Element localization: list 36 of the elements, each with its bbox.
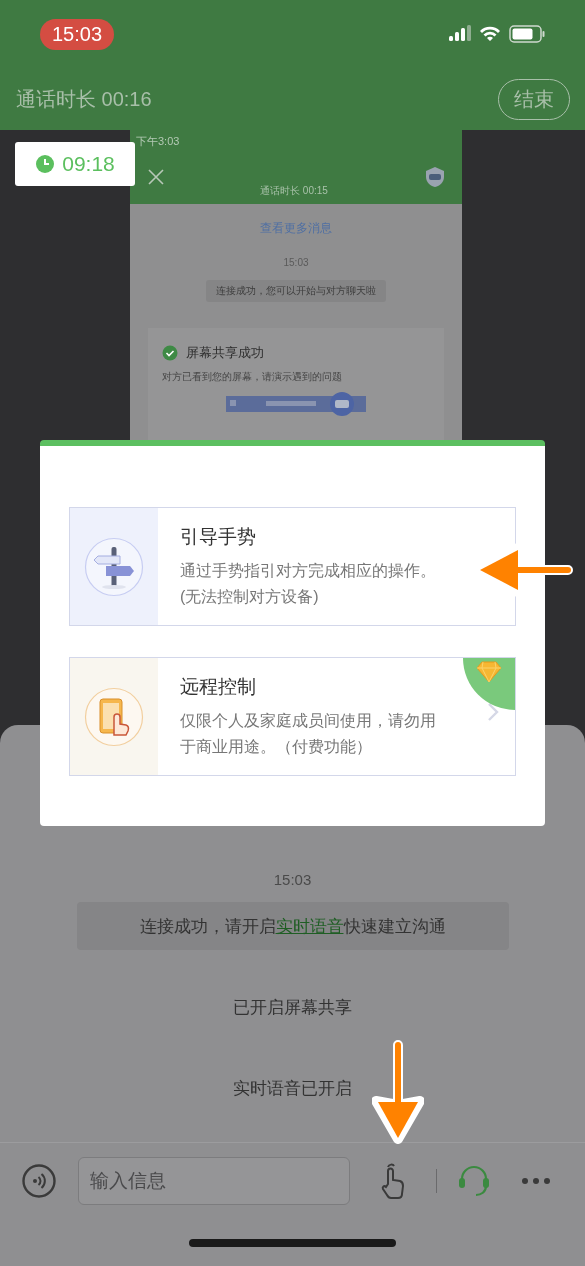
close-icon [148,168,164,185]
timer-text: 09:18 [62,152,115,176]
option-description: 仅限个人及家庭成员间使用，请勿用 于商业用途。（付费功能） [180,710,436,757]
voice-link[interactable]: 实时语音 [275,914,344,938]
phone-touch-drawing [84,686,144,747]
connection-notice: 连接成功，请开启实时语音快速建立沟通 [76,902,509,950]
option-title: 远程控制 [180,674,257,699]
status-time: 15:03 [40,18,115,50]
option-title: 引导手势 [180,524,257,549]
more-icon[interactable] [521,1177,551,1185]
card-title: 屏幕共享成功 [186,344,264,362]
event-message: 实时语音已开启 [233,1078,352,1100]
card-text: 对方已看到您的屏幕，请演示遇到的问题 [162,370,343,384]
more-messages-link[interactable]: 查看更多消息 [260,220,332,237]
hand-pointer-icon[interactable] [380,1162,406,1200]
call-duration: 通话时长 00:16 [16,86,152,112]
chevron-icon [487,702,499,722]
shield-icon [424,165,446,188]
mirror-call-duration: 通话时长 00:15 [260,184,328,198]
mirror-notice: 连接成功，您可以开始与对方聊天啦 [206,280,386,302]
arrow-icon [372,1040,424,1144]
event-message: 已开启屏幕共享 [233,997,352,1019]
option-description: 通过手势指引对方完成相应的操作。 (无法控制对方设备) [180,560,436,607]
signpost-drawing [84,536,144,597]
option-card[interactable]: 引导手势 通过手势指引对方完成相应的操作。 (无法控制对方设备) [69,507,516,626]
mirror-status-time: 下午3:03 [135,134,181,149]
check-icon [162,345,178,361]
option-card[interactable]: 远程控制 仅限个人及家庭成员间使用，请勿用 于商业用途。（付费功能） [69,657,516,776]
battery-icon [509,25,545,43]
voice-icon[interactable] [22,1164,56,1198]
wifi-icon [479,26,501,42]
signal-icon [449,25,471,43]
premium-badge [463,658,515,710]
message-input[interactable]: 输入信息 [78,1157,350,1205]
message-time: 15:03 [273,871,312,888]
clock-icon [35,154,56,174]
